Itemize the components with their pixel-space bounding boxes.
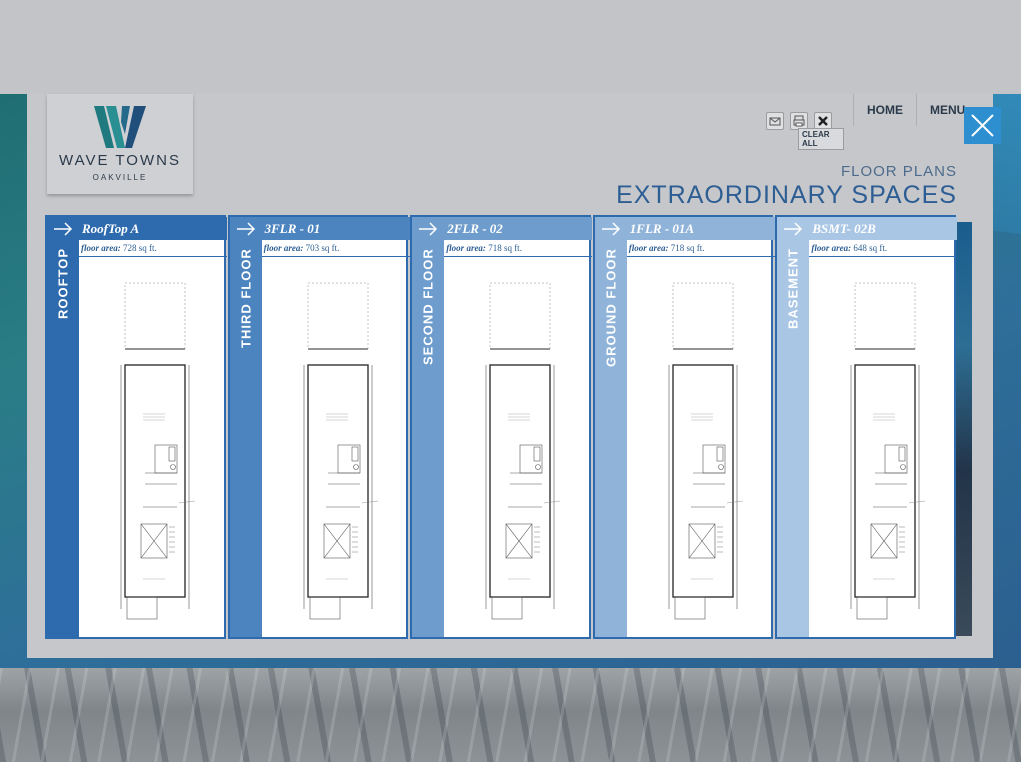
- arrow-right-icon: [230, 217, 262, 240]
- card-header: 1FLR - 01A: [594, 217, 775, 240]
- page-title: EXTRAORDINARY SPACES: [616, 181, 957, 209]
- floor-plan-card[interactable]: 2FLR - 02 SECOND FLOOR floor area: 718 s…: [410, 215, 593, 639]
- unit-code: BSMT- 02B: [812, 220, 876, 236]
- home-button[interactable]: HOME: [853, 94, 916, 126]
- floor-label: THIRD FLOOR: [238, 248, 254, 348]
- logo[interactable]: WAVE TOWNS OAKVILLE: [47, 94, 193, 194]
- floor-side-bar: THIRD FLOOR: [229, 240, 262, 637]
- floor-label: ROOFTOP: [55, 248, 71, 320]
- divider: [261, 256, 410, 257]
- floor-plan-card[interactable]: RoofTop A ROOFTOP floor area: 728 sq ft.: [45, 215, 227, 639]
- arrow-right-icon: [47, 217, 79, 240]
- floor-area: floor area: 718 sq ft.: [446, 243, 522, 253]
- floor-plan-drawing: [120, 282, 196, 620]
- floor-label: SECOND FLOOR: [420, 248, 436, 365]
- floor-area: floor area: 728 sq ft.: [81, 243, 157, 253]
- floor-plan-card[interactable]: 1FLR - 01A GROUND FLOOR floor area: 718 …: [592, 215, 775, 639]
- section-subtitle: FLOOR PLANS: [840, 163, 957, 180]
- floor-area: floor area: 703 sq ft.: [263, 243, 340, 253]
- close-button[interactable]: [964, 107, 1001, 144]
- floor-plan-card[interactable]: 3FLR - 01 THIRD FLOOR floor area: 703 sq…: [227, 215, 410, 639]
- unit-code: 3FLR - 01: [264, 220, 321, 236]
- close-icon: [971, 114, 994, 137]
- background-photo-strip: [954, 222, 972, 636]
- logo-subtitle: OAKVILLE: [92, 173, 148, 182]
- card-header: 2FLR - 02: [412, 217, 593, 240]
- unit-code: RoofTop A: [82, 220, 140, 236]
- card-header: 3FLR - 01: [229, 217, 410, 240]
- card-header: BSMT- 02B: [777, 217, 958, 240]
- floor-area: floor area: 718 sq ft.: [628, 243, 705, 253]
- clear-all-button[interactable]: CLEAR ALL: [798, 128, 844, 150]
- floor-plan-cards: RoofTop A ROOFTOP floor area: 728 sq ft.…: [45, 215, 958, 639]
- divider: [444, 256, 593, 257]
- floor-label: BASEMENT: [785, 248, 801, 329]
- floor-plan-drawing: [668, 282, 743, 620]
- floor-label: GROUND FLOOR: [603, 248, 619, 367]
- arrow-right-icon: [595, 217, 627, 240]
- divider: [809, 256, 958, 257]
- floor-side-bar: GROUND FLOOR: [594, 240, 627, 637]
- city-photo-band: [0, 668, 1021, 762]
- unit-code: 1FLR - 01A: [629, 220, 695, 236]
- floor-side-bar: SECOND FLOOR: [412, 240, 445, 637]
- logo-name: WAVE TOWNS: [59, 152, 181, 169]
- arrow-right-icon: [412, 217, 444, 240]
- top-band: [0, 0, 1021, 94]
- floor-plan-drawing: [851, 282, 926, 620]
- arrow-right-icon: [777, 217, 809, 240]
- toolbar: CLEAR ALL: [760, 108, 844, 150]
- floor-side-bar: BASEMENT: [777, 240, 810, 637]
- floor-area: floor area: 648 sq ft.: [811, 243, 888, 253]
- divider: [79, 256, 227, 257]
- divider: [626, 256, 775, 257]
- floor-plan-drawing: [303, 282, 378, 620]
- card-header: RoofTop A: [47, 217, 227, 240]
- floor-plan-drawing: [485, 282, 561, 620]
- floor-plan-card[interactable]: BSMT- 02B BASEMENT floor area: 648 sq ft…: [775, 215, 958, 639]
- floor-side-bar: ROOFTOP: [47, 240, 79, 637]
- top-nav: HOME MENU: [853, 94, 980, 126]
- unit-code: 2FLR - 02: [447, 220, 503, 236]
- email-icon[interactable]: [766, 112, 784, 130]
- wave-logo-icon: [94, 106, 146, 148]
